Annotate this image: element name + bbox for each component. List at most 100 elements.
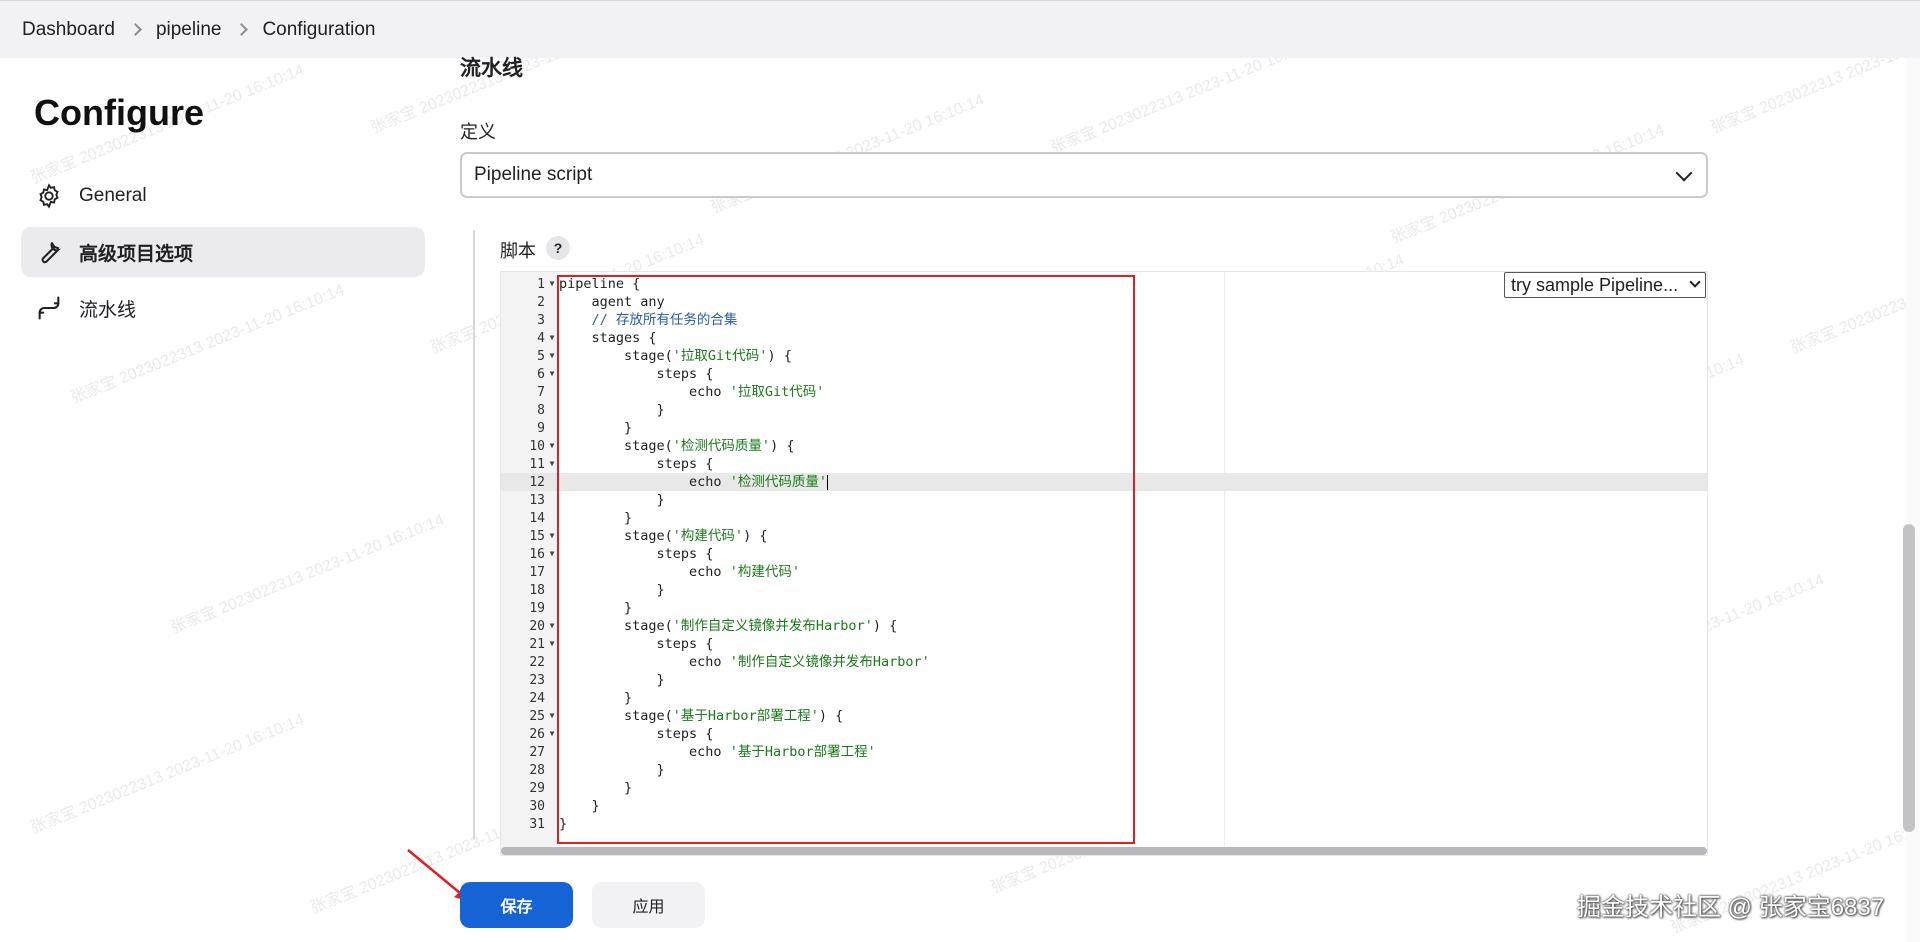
code-text: // 存放所有任务的合集 (591, 312, 738, 328)
fold-arrow-icon[interactable]: ▼ (545, 725, 559, 743)
fold-arrow-icon[interactable]: ▼ (545, 455, 559, 473)
breadcrumb: Dashboard pipeline Configuration (0, 0, 1920, 58)
line-number: 7 (537, 385, 545, 400)
line-number: 11 (529, 457, 545, 472)
fold-arrow-icon[interactable]: ▼ (545, 329, 559, 347)
code-text: echo '检测代码质量' (559, 474, 828, 490)
line-number: 12 (529, 475, 545, 490)
code-line[interactable]: 22 echo '制作自定义镜像并发布Harbor' (501, 653, 1707, 671)
credit-watermark: 掘金技术社区 @ 张家宝6837 (1577, 894, 1885, 921)
sidebar-item-label: General (79, 185, 147, 206)
code-line[interactable]: 21 ▼ steps { (501, 635, 1707, 653)
horizontal-scrollbar[interactable] (501, 847, 1707, 855)
line-number: 24 (529, 691, 545, 706)
sample-select-value: try sample Pipeline... (1511, 274, 1679, 295)
code-line[interactable]: 19 } (501, 599, 1707, 617)
breadcrumb-dashboard[interactable]: Dashboard (22, 19, 115, 41)
code-line[interactable]: 18 } (501, 581, 1707, 599)
code-line[interactable]: 15 ▼ stage('构建代码') { (501, 527, 1707, 545)
code-line[interactable]: 27 echo '基于Harbor部署工程' (501, 743, 1707, 761)
code-text: stage('基于Harbor部署工程') { (559, 708, 844, 724)
code-text: stages { (559, 330, 657, 346)
chevron-down-icon (1675, 164, 1693, 182)
code-line[interactable]: 16 ▼ steps { (501, 545, 1707, 563)
line-number: 4 (537, 331, 545, 346)
code-line[interactable]: 6 ▼ steps { (501, 365, 1707, 383)
code-line[interactable]: 13 } (501, 491, 1707, 509)
page-scrollbar-thumb[interactable] (1903, 524, 1915, 832)
code-text: echo '构建代码' (559, 564, 800, 580)
chevron-right-icon (129, 23, 142, 36)
fold-arrow-icon[interactable]: ▼ (545, 617, 559, 635)
code-text: } (559, 600, 633, 616)
definition-value: Pipeline script (474, 164, 593, 185)
breadcrumb-pipeline[interactable]: pipeline (156, 19, 222, 41)
code-text: steps { (559, 726, 714, 742)
sidebar-item-pipeline[interactable]: 流水线 (21, 283, 425, 333)
code-line[interactable]: 17 echo '构建代码' (501, 563, 1707, 581)
apply-button[interactable]: 应用 (592, 882, 705, 928)
fold-arrow-icon[interactable]: ▼ (545, 707, 559, 725)
code-line[interactable]: 4 ▼ stages { (501, 329, 1707, 347)
fold-arrow-icon[interactable]: ▼ (545, 275, 559, 293)
code-line[interactable]: 3 // 存放所有任务的合集 (501, 311, 1707, 329)
code-line[interactable]: 11 ▼ steps { (501, 455, 1707, 473)
line-number: 19 (529, 601, 545, 616)
fold-arrow-icon[interactable]: ▼ (545, 545, 559, 563)
line-number: 9 (537, 421, 545, 436)
watermark-text: 张家宝 2023022313 2023-11-20 16:10:14 (28, 711, 307, 838)
code-text: agent any (559, 294, 665, 310)
code-line[interactable]: 28 } (501, 761, 1707, 779)
definition-select[interactable]: Pipeline script (460, 152, 1708, 198)
code-line[interactable]: 25 ▼ stage('基于Harbor部署工程') { (501, 707, 1707, 725)
line-number: 17 (529, 565, 545, 580)
sidebar-item-general[interactable]: General (21, 171, 425, 221)
script-label: 脚本 (500, 241, 536, 261)
code-line[interactable]: 30 } (501, 797, 1707, 815)
code-line[interactable]: 23 } (501, 671, 1707, 689)
code-text: } (559, 510, 633, 526)
fold-arrow-icon[interactable]: ▼ (545, 527, 559, 545)
line-number: 2 (537, 295, 545, 310)
sidebar-item-label: 流水线 (79, 299, 137, 321)
code-line[interactable]: 12 echo '检测代码质量' (501, 473, 1707, 491)
code-line[interactable]: 24 } (501, 689, 1707, 707)
line-number: 26 (529, 727, 545, 742)
code-text: } (559, 672, 665, 688)
code-line[interactable]: 10 ▼ stage('检测代码质量') { (501, 437, 1707, 455)
chevron-right-icon (235, 23, 249, 36)
code-text: } (559, 492, 665, 508)
code-line[interactable]: 7 echo '拉取Git代码' (501, 383, 1707, 401)
code-text: } (559, 582, 665, 598)
code-editor[interactable]: 1 ▼ pipeline {2 agent any 3 // 存放所有任务的合集 4 ▼ … (500, 271, 1708, 856)
fold-arrow-icon[interactable]: ▼ (545, 635, 559, 653)
line-number: 22 (529, 655, 545, 670)
code-text: stage('拉取Git代码') { (559, 348, 792, 364)
line-number: 10 (529, 439, 545, 454)
breadcrumb-configuration[interactable]: Configuration (262, 19, 375, 41)
code-lines: 1 ▼ pipeline {2 agent any 3 // 存放所有任务的合集 4 ▼ … (501, 275, 1707, 833)
gear-icon (39, 183, 59, 209)
line-number: 25 (529, 709, 545, 724)
fold-arrow-icon[interactable]: ▼ (545, 347, 559, 365)
help-icon[interactable]: ? (546, 236, 570, 260)
sidebar-item-label: 高级项目选项 (79, 243, 194, 265)
code-text: } (559, 420, 633, 436)
code-line[interactable]: 26 ▼ steps { (501, 725, 1707, 743)
sample-pipeline-select[interactable]: try sample Pipeline... (1504, 272, 1706, 298)
code-line[interactable]: 20 ▼ stage('制作自定义镜像并发布Harbor') { (501, 617, 1707, 635)
line-number: 23 (529, 673, 545, 688)
sidebar-item-advanced[interactable]: 高级项目选项 (21, 227, 425, 277)
fold-arrow-icon[interactable]: ▼ (545, 437, 559, 455)
code-line[interactable]: 31} (501, 815, 1707, 833)
save-button[interactable]: 保存 (460, 882, 573, 928)
fold-arrow-icon[interactable]: ▼ (545, 365, 559, 383)
watermark-text: 张家宝 2023022313 2023-11-20 16:10:14 (168, 511, 447, 638)
code-line[interactable]: 8 } (501, 401, 1707, 419)
code-line[interactable]: 14 } (501, 509, 1707, 527)
code-line[interactable]: 5 ▼ stage('拉取Git代码') { (501, 347, 1707, 365)
code-text: steps { (559, 366, 714, 382)
code-text: } (559, 762, 665, 778)
code-line[interactable]: 29 } (501, 779, 1707, 797)
code-line[interactable]: 9 } (501, 419, 1707, 437)
